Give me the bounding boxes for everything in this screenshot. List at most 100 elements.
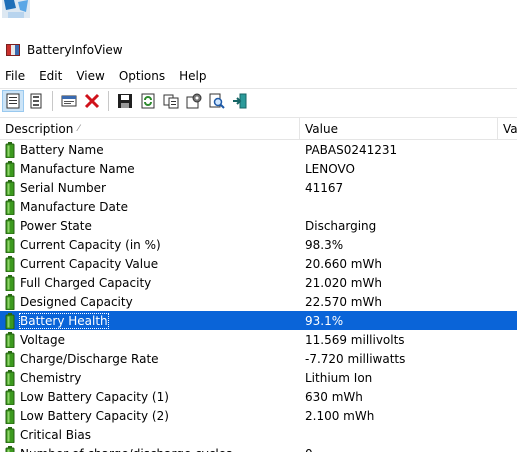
battery-icon: [5, 179, 15, 196]
toolbar-separator: [52, 91, 53, 111]
view-vertical-button[interactable]: [2, 90, 24, 112]
row-description: Full Charged Capacity: [20, 275, 152, 290]
row-value: 0: [300, 447, 517, 452]
options-button[interactable]: [183, 90, 205, 112]
battery-info-list[interactable]: Description ⁄ Value Va Battery Name PABAS…: [0, 117, 517, 452]
table-row[interactable]: Manufacture Date: [0, 197, 517, 216]
table-row[interactable]: Low Battery Capacity (2) 2.100 mWh: [0, 406, 517, 425]
battery-icon: [5, 217, 15, 234]
row-description: Critical Bias: [20, 427, 91, 442]
row-value: 630 mWh: [305, 389, 363, 404]
description-cell: Current Capacity (in %): [0, 236, 300, 253]
table-row[interactable]: Battery Name PABAS0241231: [0, 140, 517, 159]
row-value: 11.569 millivolts: [305, 332, 405, 347]
column-header-extra[interactable]: Va: [498, 118, 517, 140]
description-cell: Low Battery Capacity (1): [0, 388, 300, 405]
table-row[interactable]: Chemistry Lithium Ion: [0, 368, 517, 387]
column-header-value[interactable]: Value: [300, 118, 498, 140]
exit-icon: [233, 93, 247, 109]
find-icon: [209, 93, 225, 109]
row-description: Low Battery Capacity (1): [20, 389, 169, 404]
row-value: -7.720 milliwatts: [305, 351, 406, 366]
battery-icon: [5, 160, 15, 177]
refresh-button[interactable]: [137, 90, 159, 112]
row-value: 20.660 mWh: [305, 256, 382, 271]
description-cell: Power State: [0, 217, 300, 234]
recycle-bin-icon[interactable]: [0, 0, 32, 20]
battery-icon: [5, 141, 15, 158]
description-cell: Low Battery Capacity (2): [0, 407, 300, 424]
row-description: Serial Number: [20, 180, 106, 195]
save-icon: [118, 94, 132, 108]
row-description: Current Capacity Value: [20, 256, 159, 271]
table-row[interactable]: Critical Bias: [0, 425, 517, 444]
table-row[interactable]: Battery Health 93.1%: [0, 311, 517, 330]
app-battery-icon: [6, 44, 20, 56]
list-header: Description ⁄ Value Va: [0, 118, 517, 140]
row-value: 21.020 mWh: [305, 275, 382, 290]
row-value: 93.1%: [305, 313, 344, 328]
table-row[interactable]: Number of charge/discharge cycles 0: [0, 444, 517, 452]
table-row[interactable]: Charge/Discharge Rate -7.720 milliwatts: [0, 349, 517, 368]
battery-icon: [5, 445, 15, 452]
row-description: Number of charge/discharge cycles: [20, 447, 232, 452]
row-value: 98.3%: [305, 237, 344, 252]
desktop-background: [0, 0, 517, 33]
battery-icon: [5, 350, 15, 367]
row-value: 22.570 mWh: [305, 294, 382, 309]
description-cell: Full Charged Capacity: [0, 274, 300, 291]
exit-button[interactable]: [229, 90, 251, 112]
battery-icon: [5, 236, 15, 253]
battery-icon: [5, 369, 15, 386]
description-cell: Critical Bias: [0, 426, 300, 443]
column-header-description[interactable]: Description ⁄: [0, 118, 300, 140]
copy-button[interactable]: [160, 90, 182, 112]
table-row[interactable]: Low Battery Capacity (1) 630 mWh: [0, 387, 517, 406]
save-button[interactable]: [114, 90, 136, 112]
description-cell: Battery Name: [0, 141, 300, 158]
row-description: Designed Capacity: [20, 294, 133, 309]
row-description: Current Capacity (in %): [20, 237, 161, 252]
refresh-icon: [141, 93, 155, 109]
description-cell: Manufacture Date: [0, 198, 300, 215]
description-cell: Current Capacity Value: [0, 255, 300, 272]
table-row[interactable]: Current Capacity (in %) 98.3%: [0, 235, 517, 254]
battery-icon: [5, 293, 15, 310]
window-title: BatteryInfoView: [27, 43, 123, 57]
table-row[interactable]: Voltage 11.569 millivolts: [0, 330, 517, 349]
table-row[interactable]: Full Charged Capacity 21.020 mWh: [0, 273, 517, 292]
find-button[interactable]: [206, 90, 228, 112]
description-cell: Battery Health: [0, 312, 300, 329]
table-row[interactable]: Current Capacity Value 20.660 mWh: [0, 254, 517, 273]
menu-help[interactable]: Help: [175, 69, 210, 83]
menu-options[interactable]: Options: [115, 69, 169, 83]
delete-button[interactable]: [81, 90, 103, 112]
table-row[interactable]: Serial Number 41167: [0, 178, 517, 197]
menu-file[interactable]: File: [1, 69, 29, 83]
options-icon: [186, 93, 202, 109]
table-row[interactable]: Power State Discharging: [0, 216, 517, 235]
menu-view[interactable]: View: [72, 69, 108, 83]
properties-button[interactable]: [58, 90, 80, 112]
properties-icon: [61, 95, 77, 107]
row-value: Lithium Ion: [305, 370, 373, 385]
row-description: Voltage: [20, 332, 66, 347]
table-row[interactable]: Manufacture Name LENOVO: [0, 159, 517, 178]
view-vertical-icon: [6, 93, 20, 109]
menu-edit[interactable]: Edit: [35, 69, 66, 83]
description-cell: Voltage: [0, 331, 300, 348]
description-cell: Designed Capacity: [0, 293, 300, 310]
row-value: 2.100 mWh: [305, 408, 375, 423]
row-description: Charge/Discharge Rate: [20, 351, 159, 366]
row-description: Battery Health: [19, 312, 109, 329]
view-horizontal-button[interactable]: [25, 90, 47, 112]
menu-bar: File Edit View Options Help: [0, 66, 517, 86]
view-horizontal-icon: [30, 93, 42, 109]
battery-icon: [5, 255, 15, 272]
row-description: Chemistry: [20, 370, 82, 385]
delete-icon: [84, 93, 100, 109]
battery-icon: [5, 312, 15, 329]
table-row[interactable]: Designed Capacity 22.570 mWh: [0, 292, 517, 311]
row-value: PABAS0241231: [305, 142, 398, 157]
title-bar[interactable]: BatteryInfoView: [0, 36, 517, 64]
